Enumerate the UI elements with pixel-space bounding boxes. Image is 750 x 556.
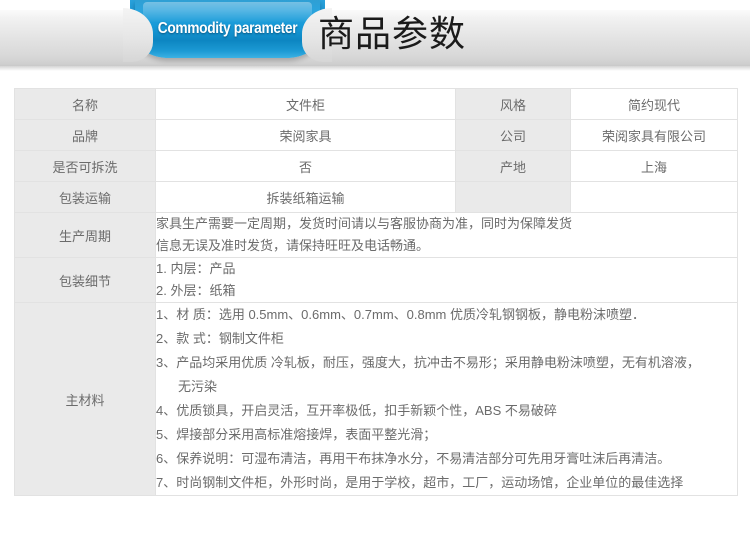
row-value-production-cycle: 家具生产需要一定周期，发货时间请以与客服协商为准，同时为保障发货 信息无误及准时… [155,212,738,258]
row-label-brand: 品牌 [14,119,156,151]
row-label-company: 公司 [455,119,571,151]
table-row-main-material: 主材料 1、材 质：选用 0.5mm、0.6mm、0.7mm、0.8mm 优质冷… [14,302,738,496]
commodity-parameter-ribbon: Commodity parameter [123,0,332,62]
row-value-main-material: 1、材 质：选用 0.5mm、0.6mm、0.7mm、0.8mm 优质冷轧钢钢板… [155,302,738,496]
list-item: 1、材 质：选用 0.5mm、0.6mm、0.7mm、0.8mm 优质冷轧钢钢板… [156,307,645,322]
row-label-name: 名称 [14,88,156,120]
list-item: 2、款 式：钢制文件柜 [156,331,284,346]
commodity-parameter-table: 名称 文件柜 风格 简约现代 品牌 荣阅家具 公司 荣阅家具有限公司 是否可拆洗… [14,88,738,496]
row-value-name: 文件柜 [155,88,456,120]
table-row-packaging-detail: 包装细节 1. 内层：产品 2. 外层：纸箱 [14,257,738,303]
row-label-main-material: 主材料 [14,302,156,496]
row-value-packing-transport: 拆装纸箱运输 [155,181,456,213]
row-label-origin: 产地 [455,150,571,182]
list-item: 2. 外层：纸箱 [156,283,236,298]
page-header-banner: Commodity parameter 商品参数 [0,0,750,76]
row-value-packaging-detail: 1. 内层：产品 2. 外层：纸箱 [155,257,738,303]
row-value-style: 简约现代 [570,88,738,120]
row-label-empty [455,181,571,213]
row-value-origin: 上海 [570,150,738,182]
table-row: 名称 文件柜 风格 简约现代 [14,88,738,120]
list-item: 3、产品均采用优质 冷轧板，耐压，强度大，抗冲击不易形；采用静电粉沫喷塑，无有机… [156,355,700,370]
table-row-production-cycle: 生产周期 家具生产需要一定周期，发货时间请以与客服协商为准，同时为保障发货 信息… [14,212,738,258]
table-row: 品牌 荣阅家具 公司 荣阅家具有限公司 [14,119,738,151]
list-item-continuation: 无污染 [178,379,218,394]
banner-drop-shadow [0,66,750,71]
row-label-packing-transport: 包装运输 [14,181,156,213]
production-line-1: 家具生产需要一定周期，发货时间请以与客服协商为准，同时为保障发货 [156,216,573,231]
row-label-washable: 是否可拆洗 [14,150,156,182]
packaging-detail-list: 1. 内层：产品 2. 外层：纸箱 [156,258,737,302]
page-title: 商品参数 [318,14,467,55]
spec-table-container: 名称 文件柜 风格 简约现代 品牌 荣阅家具 公司 荣阅家具有限公司 是否可拆洗… [0,76,750,496]
row-label-packaging-detail: 包装细节 [14,257,156,303]
row-value-company: 荣阅家具有限公司 [570,119,738,151]
list-item: 7、时尚钢制文件柜，外形时尚，是用于学校，超市，工厂，运动场馆，企业单位的最佳选… [156,475,684,490]
row-label-style: 风格 [455,88,571,120]
table-row: 包装运输 拆装纸箱运输 [14,181,738,213]
row-label-production-cycle: 生产周期 [14,212,156,258]
row-value-empty [570,181,738,213]
list-item: 1. 内层：产品 [156,261,236,276]
row-value-brand: 荣阅家具 [155,119,456,151]
list-item: 5、焊接部分采用高标准熔接焊，表面平整光滑； [156,427,437,442]
row-value-washable: 否 [155,150,456,182]
main-material-list: 1、材 质：选用 0.5mm、0.6mm、0.7mm、0.8mm 优质冷轧钢钢板… [156,303,737,495]
list-item: 4、优质锁具，开启灵活，互开率极低，扣手新颖个性，ABS 不易破碎 [156,403,557,418]
ribbon-label: Commodity parameter [157,20,298,37]
production-line-2: 信息无误及准时发货，请保持旺旺及电话畅通。 [156,238,430,253]
list-item: 6、保养说明：可湿布清洁，再用干布抹净水分，不易清洁部分可先用牙膏吐沫后再清洁。 [156,451,671,466]
table-row: 是否可拆洗 否 产地 上海 [14,150,738,182]
